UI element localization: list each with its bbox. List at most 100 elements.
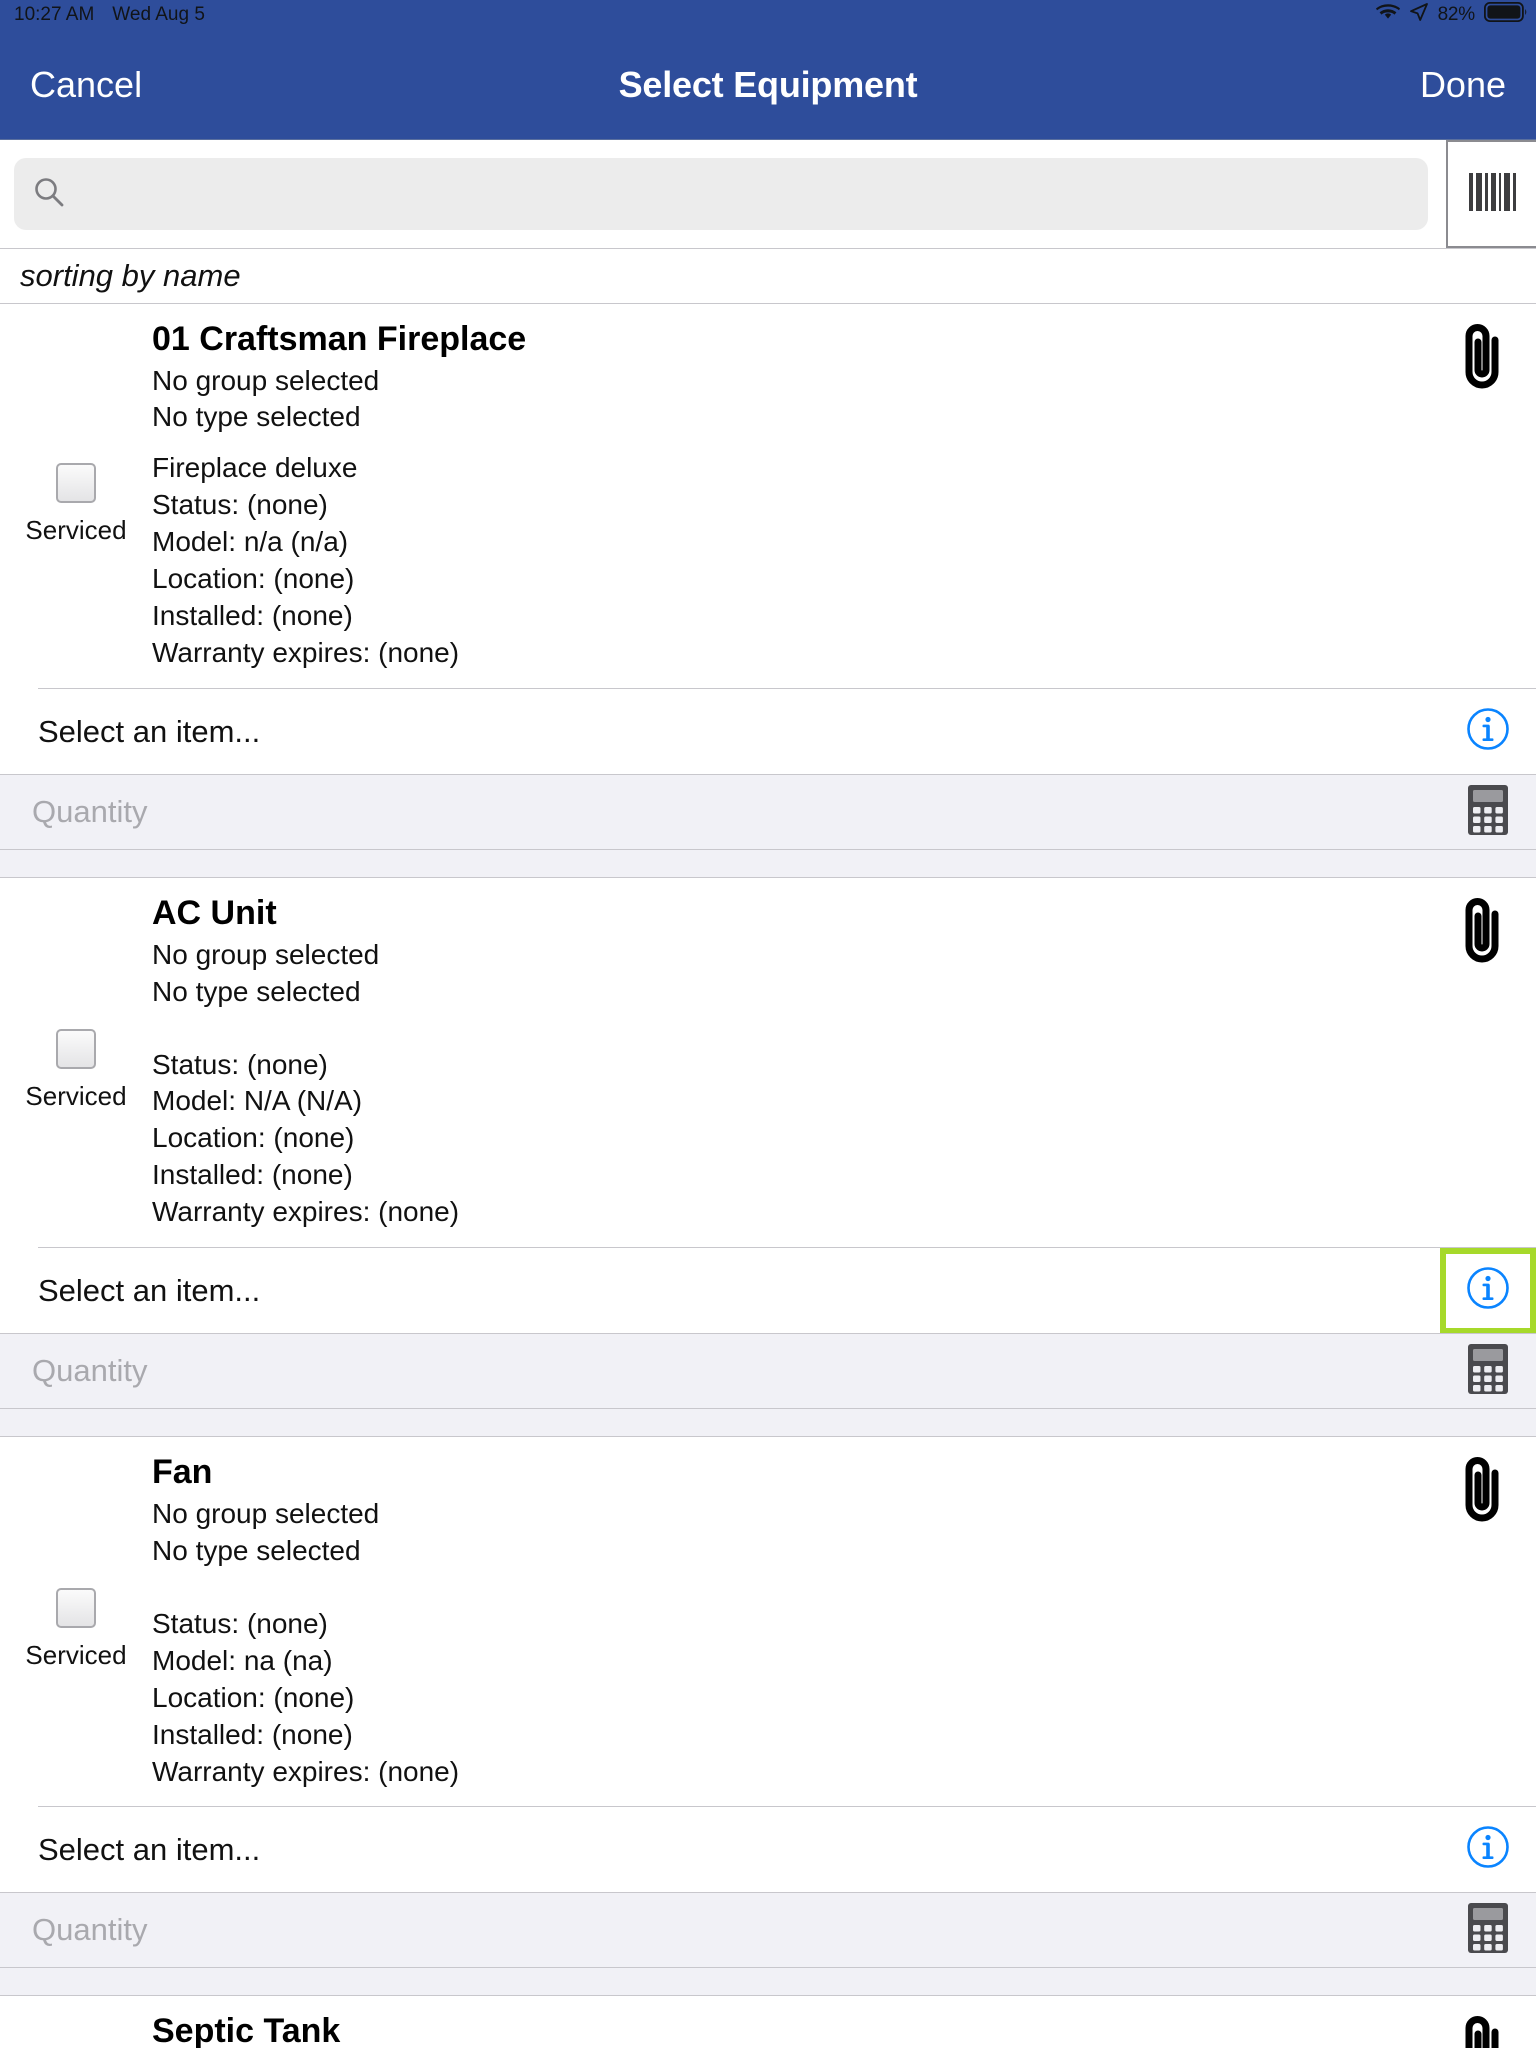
card-separator: [0, 1968, 1536, 1997]
equipment-card: Serviced AC Unit No group selected No ty…: [0, 878, 1536, 1410]
status-bar: 10:27 AM Wed Aug 5 82%: [0, 0, 1536, 30]
equipment-location: Location: (none): [152, 1681, 355, 1713]
serviced-column: Serviced: [0, 318, 152, 672]
battery-icon: [1483, 1, 1528, 28]
equipment-card-body: Serviced 01 Craftsman Fireplace No group…: [0, 304, 1536, 688]
status-time: 10:27 AM: [14, 4, 95, 25]
equipment-title: 01 Craftsman Fireplace: [152, 320, 527, 358]
quantity-input[interactable]: [0, 794, 1440, 831]
equipment-card: Serviced Fan No group selected No type s…: [0, 1437, 1536, 1969]
equipment-title: Fan: [152, 1453, 213, 1492]
navigation-bar: Cancel Select Equipment Done: [0, 30, 1536, 140]
search-icon: [32, 175, 66, 214]
calculator-button[interactable]: [1440, 1892, 1536, 1968]
paperclip-icon: [1454, 1457, 1510, 1531]
equipment-model: Model: N/A (N/A): [152, 1085, 363, 1117]
quantity-row: [0, 1333, 1536, 1410]
equipment-status: Status: (none): [152, 1048, 328, 1080]
serviced-column: Serviced: [0, 892, 152, 1231]
attachment-button[interactable]: [1454, 1453, 1510, 1532]
equipment-title: Septic Tank: [152, 2012, 341, 2048]
info-button[interactable]: [1440, 1247, 1536, 1334]
equipment-card: Septic Tank: [0, 1996, 1536, 2048]
info-circle-icon: [1466, 707, 1510, 756]
equipment-details: 01 Craftsman Fireplace No group selected…: [152, 318, 1536, 672]
serviced-label: Serviced: [25, 514, 127, 545]
equipment-card-body: Septic Tank: [0, 1996, 1536, 2048]
barcode-icon: [1465, 169, 1519, 220]
equipment-location: Location: (none): [152, 1122, 355, 1154]
equipment-warranty: Warranty expires: (none): [152, 1196, 460, 1228]
equipment-type: No type selected: [152, 401, 361, 433]
equipment-title: AC Unit: [152, 894, 277, 933]
search-bar: [0, 140, 1536, 248]
calculator-button[interactable]: [1440, 774, 1536, 850]
select-item-label: Select an item...: [38, 713, 261, 749]
paperclip-icon: [1454, 898, 1510, 972]
equipment-details: Fan No group selected No type selected S…: [152, 1451, 1536, 1790]
equipment-warranty: Warranty expires: (none): [152, 1755, 460, 1787]
equipment-type: No type selected: [152, 975, 361, 1007]
equipment-list: Serviced 01 Craftsman Fireplace No group…: [0, 304, 1536, 2048]
info-circle-icon: [1466, 1266, 1510, 1315]
info-button[interactable]: [1440, 1807, 1536, 1893]
equipment-group: No group selected: [152, 938, 380, 970]
serviced-label: Serviced: [25, 1081, 127, 1112]
serviced-checkbox[interactable]: [56, 462, 96, 503]
quantity-input[interactable]: [0, 1912, 1440, 1949]
equipment-location: Location: (none): [152, 563, 355, 595]
barcode-scan-button[interactable]: [1446, 140, 1536, 248]
serviced-column: Serviced: [0, 1451, 152, 1790]
info-button[interactable]: [1440, 689, 1536, 775]
equipment-details: Septic Tank: [152, 2010, 1536, 2048]
select-item-row[interactable]: Select an item...: [38, 688, 1536, 775]
select-item-row[interactable]: Select an item...: [38, 1806, 1536, 1893]
sort-indicator-row[interactable]: sorting by name: [0, 248, 1536, 304]
info-circle-icon: [1466, 1825, 1510, 1874]
serviced-label: Serviced: [25, 1640, 127, 1671]
equipment-installed: Installed: (none): [152, 1159, 353, 1191]
equipment-group: No group selected: [152, 364, 380, 396]
equipment-warranty: Warranty expires: (none): [152, 637, 460, 669]
search-field-wrapper: [0, 140, 1442, 248]
serviced-checkbox[interactable]: [56, 1588, 96, 1629]
search-field[interactable]: [14, 158, 1428, 230]
equipment-installed: Installed: (none): [152, 1718, 353, 1750]
quantity-input[interactable]: [0, 1353, 1440, 1390]
serviced-column: [0, 2010, 152, 2048]
paperclip-icon: [1454, 324, 1510, 398]
done-button[interactable]: Done: [1420, 66, 1506, 103]
cancel-button[interactable]: Cancel: [30, 66, 142, 103]
status-bar-left: 10:27 AM Wed Aug 5: [14, 4, 205, 26]
equipment-model: Model: n/a (n/a): [152, 526, 349, 558]
page-title: Select Equipment: [618, 63, 918, 105]
wifi-icon: [1375, 3, 1400, 27]
select-item-label: Select an item...: [38, 1831, 261, 1867]
equipment-details: AC Unit No group selected No type select…: [152, 892, 1536, 1231]
attachment-button[interactable]: [1454, 320, 1510, 399]
card-separator: [0, 850, 1536, 879]
equipment-group: No group selected: [152, 1497, 380, 1529]
search-input[interactable]: [80, 177, 1410, 211]
battery-percent: 82%: [1437, 4, 1476, 25]
attachment-button[interactable]: [1454, 894, 1510, 973]
equipment-card-body: Serviced Fan No group selected No type s…: [0, 1437, 1536, 1806]
calculator-icon: [1466, 1342, 1510, 1401]
select-item-row[interactable]: Select an item...: [38, 1247, 1536, 1334]
status-bar-right: 82%: [1375, 1, 1527, 28]
attachment-button[interactable]: [1454, 2012, 1510, 2048]
status-date: Wed Aug 5: [112, 4, 205, 25]
equipment-model: Model: na (na): [152, 1644, 333, 1676]
sort-label: sorting by name: [20, 258, 241, 293]
equipment-status: Status: (none): [152, 1607, 328, 1639]
serviced-checkbox[interactable]: [56, 1029, 96, 1070]
calculator-icon: [1466, 1901, 1510, 1960]
equipment-card: Serviced 01 Craftsman Fireplace No group…: [0, 304, 1536, 851]
equipment-card-body: Serviced AC Unit No group selected No ty…: [0, 878, 1536, 1247]
quantity-row: [0, 1892, 1536, 1969]
equipment-status: Status: (none): [152, 489, 328, 521]
select-item-label: Select an item...: [38, 1272, 261, 1308]
equipment-description: Fireplace deluxe: [152, 452, 358, 484]
calculator-button[interactable]: [1440, 1333, 1536, 1409]
equipment-type: No type selected: [152, 1534, 361, 1566]
